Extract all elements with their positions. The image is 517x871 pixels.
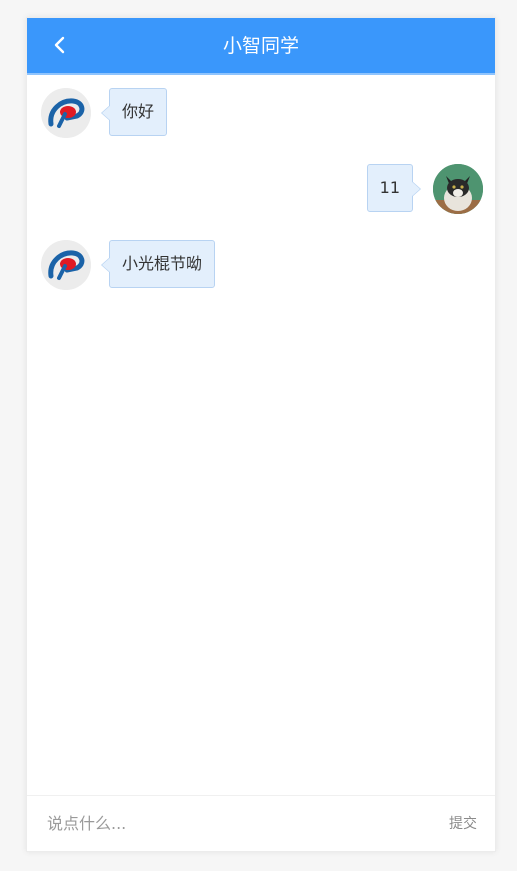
header-bar: 小智同学 (27, 18, 495, 75)
message-row: 小光棍节呦 (41, 240, 341, 292)
robot-logo-avatar-icon (41, 88, 91, 138)
message-row: 11 (183, 164, 483, 216)
bot-avatar[interactable] (41, 88, 91, 138)
message-input[interactable] (47, 810, 407, 836)
cat-photo-avatar-icon (433, 164, 483, 214)
message-bubble: 11 (366, 164, 422, 212)
message-bubble: 小光棍节呦 (100, 240, 216, 288)
user-avatar[interactable] (433, 164, 483, 214)
submit-button[interactable]: 提交 (449, 813, 477, 833)
input-bar: 提交 (27, 795, 495, 851)
page-title: 小智同学 (222, 35, 299, 57)
robot-logo-avatar-icon (41, 240, 91, 290)
message-bubble: 你好 (100, 88, 168, 136)
bot-avatar[interactable] (41, 240, 91, 290)
message-row: 你好 (41, 88, 341, 140)
chat-window: 小智同学 你好 11 小光棍节呦 说点什么... 提交 (26, 17, 496, 852)
